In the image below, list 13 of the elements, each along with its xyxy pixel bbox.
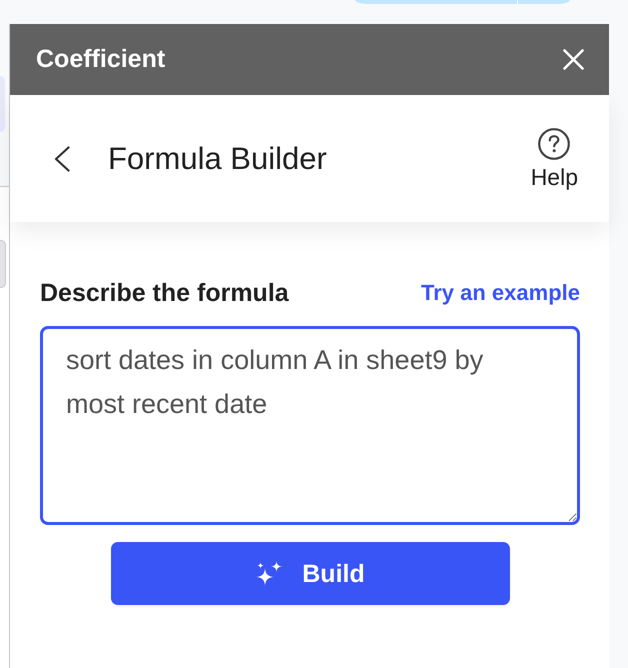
close-button[interactable] <box>561 47 586 72</box>
help-button[interactable]: Help <box>530 128 578 190</box>
sparkle-icon <box>255 560 284 587</box>
build-button[interactable]: Build <box>110 542 510 605</box>
field-label: Describe the formula <box>40 278 289 308</box>
formula-input[interactable]: sort dates in column A in sheet9 by most recent date <box>40 326 580 525</box>
back-button[interactable] <box>53 146 71 172</box>
help-icon <box>538 128 570 160</box>
example-link[interactable]: Try an example <box>421 280 580 306</box>
page-title: Formula Builder <box>108 140 327 176</box>
back-icon <box>53 146 71 172</box>
panel-title: Coefficient <box>36 45 166 74</box>
close-icon <box>563 49 584 70</box>
